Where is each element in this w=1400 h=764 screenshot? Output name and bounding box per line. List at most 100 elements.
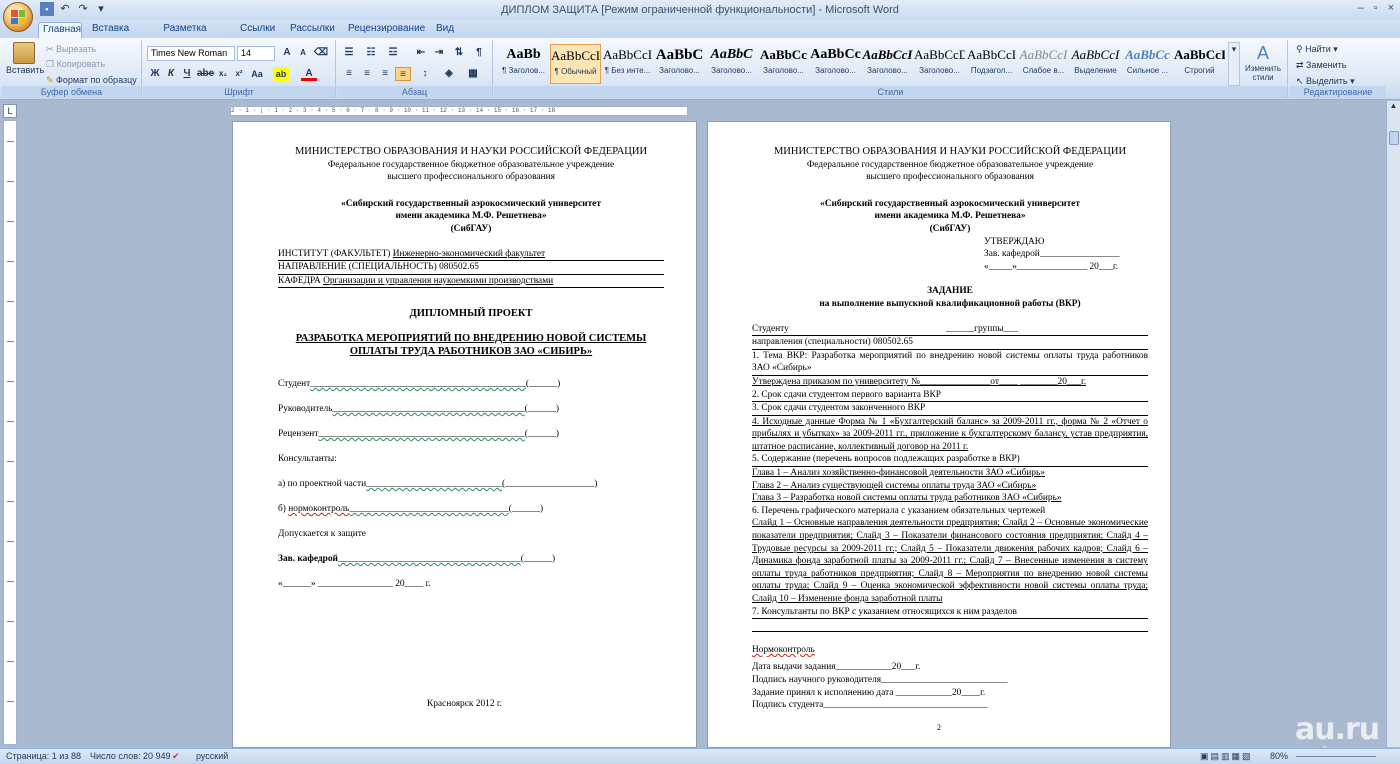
style-strong-tile[interactable]: AaBbCcI Строгий bbox=[1174, 44, 1225, 84]
vertical-scrollbar[interactable]: ▲ bbox=[1386, 101, 1400, 747]
find-button[interactable]: ⚲ Найти ▾ bbox=[1296, 43, 1338, 55]
style-heading3-tile[interactable]: AaBbCc Заголово... bbox=[758, 44, 809, 84]
pilcrow-icon[interactable]: ¶ bbox=[471, 46, 487, 60]
borders-icon[interactable]: ▦ bbox=[465, 67, 481, 81]
chapter-3: Глава 3 – Разработка новой системы оплат… bbox=[752, 493, 1062, 504]
numbering-icon[interactable]: ☷ bbox=[363, 46, 379, 60]
style-heading6-tile[interactable]: AaBbCcD Заголово... bbox=[914, 44, 965, 84]
page-counter[interactable]: Страница: 1 из 88 bbox=[6, 749, 81, 764]
bold-icon[interactable]: Ж bbox=[147, 67, 163, 81]
change-styles-button[interactable]: A Изменить стили bbox=[1242, 42, 1284, 82]
city-year: Красноярск 2012 г. bbox=[426, 699, 503, 709]
zoom-level[interactable]: 80% bbox=[1270, 749, 1288, 764]
cut-button[interactable]: ✂ Вырезать bbox=[46, 43, 96, 55]
vertical-ruler[interactable] bbox=[3, 120, 17, 745]
subscript-icon[interactable]: x₂ bbox=[215, 67, 231, 81]
chapter-1: Глава 1 – Анализ хозяйственно-финансовой… bbox=[752, 468, 1045, 479]
university-line-2: имени академика М.Ф. Решетнева» bbox=[874, 211, 1026, 222]
brush-icon: ✎ bbox=[46, 75, 57, 85]
style-normal-tile[interactable]: AaBbCcI ¶ Обычный bbox=[550, 44, 601, 84]
highlight-icon[interactable]: ab bbox=[273, 67, 289, 81]
tab-view[interactable]: Вид bbox=[430, 22, 460, 38]
replace-icon: ⇄ bbox=[1296, 60, 1307, 70]
proofing-icon[interactable]: ✔ bbox=[172, 749, 180, 764]
style-heading-tile[interactable]: AaBb ¶ Заголов... bbox=[498, 44, 549, 84]
change-styles-icon: A bbox=[1256, 43, 1269, 63]
align-left-icon[interactable]: ≡ bbox=[341, 67, 357, 81]
style-heading5-tile[interactable]: AaBbCcI Заголово... bbox=[862, 44, 913, 84]
font-size-select[interactable]: 14 bbox=[237, 46, 275, 61]
undo-icon[interactable]: ↶ bbox=[58, 2, 72, 16]
style-subtle-emphasis-tile[interactable]: AaBbCcI Слабое в... bbox=[1018, 44, 1069, 84]
replace-button[interactable]: ⇄ Заменить bbox=[1296, 59, 1347, 71]
shading-icon[interactable]: ◈ bbox=[441, 67, 457, 81]
style-intense-emphasis-tile[interactable]: AaBbCc Сильное ... bbox=[1122, 44, 1173, 84]
styles-scroll[interactable]: ▾ bbox=[1228, 42, 1240, 86]
tab-review[interactable]: Рецензирование bbox=[344, 22, 425, 38]
tab-references[interactable]: Ссылки bbox=[236, 22, 278, 38]
superscript-icon[interactable]: x² bbox=[231, 67, 247, 81]
scroll-thumb[interactable] bbox=[1389, 131, 1399, 145]
grow-font-icon[interactable]: A bbox=[279, 46, 295, 60]
task-subtitle: на выполнение выпускной квалификационной… bbox=[819, 298, 1081, 309]
redo-icon[interactable]: ↷ bbox=[76, 2, 90, 16]
view-buttons-icon[interactable]: ▣▤▥▦▧ bbox=[1200, 749, 1253, 764]
italic-icon[interactable]: К bbox=[163, 67, 179, 81]
approved-row: Утверждена приказом по университету №___… bbox=[752, 376, 1087, 387]
shrink-font-icon[interactable]: A bbox=[295, 46, 311, 60]
language[interactable]: русский bbox=[196, 749, 228, 764]
copy-button[interactable]: ❐ Копировать bbox=[46, 58, 105, 70]
chapter-2: Глава 2 – Анализ существующей системы оп… bbox=[752, 480, 1037, 491]
tab-home[interactable]: Главная bbox=[38, 22, 82, 38]
underline-icon[interactable]: Ч bbox=[179, 67, 195, 81]
tab-insert[interactable]: Вставка bbox=[88, 22, 132, 38]
style-no-spacing-tile[interactable]: AaBbCcI ¶ Без инте... bbox=[602, 44, 653, 84]
style-heading2-tile[interactable]: AaBbC Заголово... bbox=[706, 44, 757, 84]
sort-icon[interactable]: ⇅ bbox=[451, 46, 467, 60]
increase-indent-icon[interactable]: ⇥ bbox=[431, 46, 447, 60]
style-heading1-tile[interactable]: AaBbC Заголово... bbox=[654, 44, 705, 84]
cursor-icon: ↖ bbox=[1296, 76, 1307, 86]
task-item-1: 1. Тема ВКР: Разработка мероприятий по в… bbox=[752, 350, 1148, 376]
clear-format-icon[interactable]: ⌫ bbox=[313, 46, 329, 60]
tab-page-layout[interactable]: Разметка страницы bbox=[140, 22, 230, 48]
scroll-up-icon[interactable]: ▲ bbox=[1387, 101, 1400, 110]
quick-access-toolbar: ▪ ↶ ↷ ▾ bbox=[40, 2, 108, 16]
approve-title: УТВЕРЖДАЮ bbox=[984, 236, 1045, 247]
close-button[interactable]: × bbox=[1388, 2, 1394, 14]
format-painter-button[interactable]: ✎ Формат по образцу bbox=[46, 74, 137, 86]
style-heading4-tile[interactable]: AaBbCc Заголово... bbox=[810, 44, 861, 84]
word-count[interactable]: Число слов: 20 949 bbox=[90, 749, 171, 764]
horizontal-ruler[interactable]: 2 · 1 · | · 1 · 2 · 3 · 4 · 5 · 6 · 7 · … bbox=[230, 106, 688, 116]
normcontrol-row: б) нормоконтроль________________________… bbox=[278, 504, 544, 515]
office-button[interactable] bbox=[3, 2, 33, 32]
zoom-slider[interactable] bbox=[1296, 756, 1376, 757]
font-color-icon[interactable]: A bbox=[301, 67, 317, 81]
window-controls: – ▫ × bbox=[1358, 2, 1394, 14]
style-emphasis-tile[interactable]: AaBbCcI Выделение bbox=[1070, 44, 1121, 84]
decrease-indent-icon[interactable]: ⇤ bbox=[413, 46, 429, 60]
line-spacing-icon[interactable]: ↕ bbox=[417, 67, 433, 81]
paste-button[interactable]: Вставить bbox=[6, 42, 44, 76]
date-row: «______» ________________ 20____ г. bbox=[278, 579, 431, 590]
task-item-7: 7. Консультанты по ВКР с указанием относ… bbox=[752, 606, 1148, 620]
customize-qat-icon[interactable]: ▾ bbox=[94, 2, 108, 16]
strikethrough-icon[interactable]: abe bbox=[197, 67, 214, 81]
justify-icon[interactable]: ≡ bbox=[395, 67, 411, 81]
multilevel-list-icon[interactable]: ☲ bbox=[385, 46, 401, 60]
font-name-select[interactable]: Times New Roman bbox=[147, 46, 235, 61]
title-bar: ДИПЛОМ ЗАЩИТА [Режим ограниченной функци… bbox=[0, 0, 1400, 20]
institute-row: ИНСТИТУТ (ФАКУЛЬТЕТ) Инженерно-экономиче… bbox=[278, 248, 664, 262]
align-right-icon[interactable]: ≡ bbox=[377, 67, 393, 81]
maximize-button[interactable]: ▫ bbox=[1374, 2, 1378, 14]
tab-selector[interactable]: L bbox=[3, 104, 17, 118]
tab-mailings[interactable]: Рассылки bbox=[286, 22, 336, 38]
change-case-icon[interactable]: Aa bbox=[249, 67, 265, 81]
minimize-button[interactable]: – bbox=[1358, 2, 1364, 14]
style-subtitle-tile[interactable]: AaBbCcI Подзагол... bbox=[966, 44, 1017, 84]
ribbon: Вставить ✂ Вырезать ❐ Копировать ✎ Форма… bbox=[0, 38, 1400, 100]
blank-line bbox=[752, 631, 1148, 633]
align-center-icon[interactable]: ≡ bbox=[359, 67, 375, 81]
save-icon[interactable]: ▪ bbox=[40, 2, 54, 16]
bullets-icon[interactable]: ☰ bbox=[341, 46, 357, 60]
